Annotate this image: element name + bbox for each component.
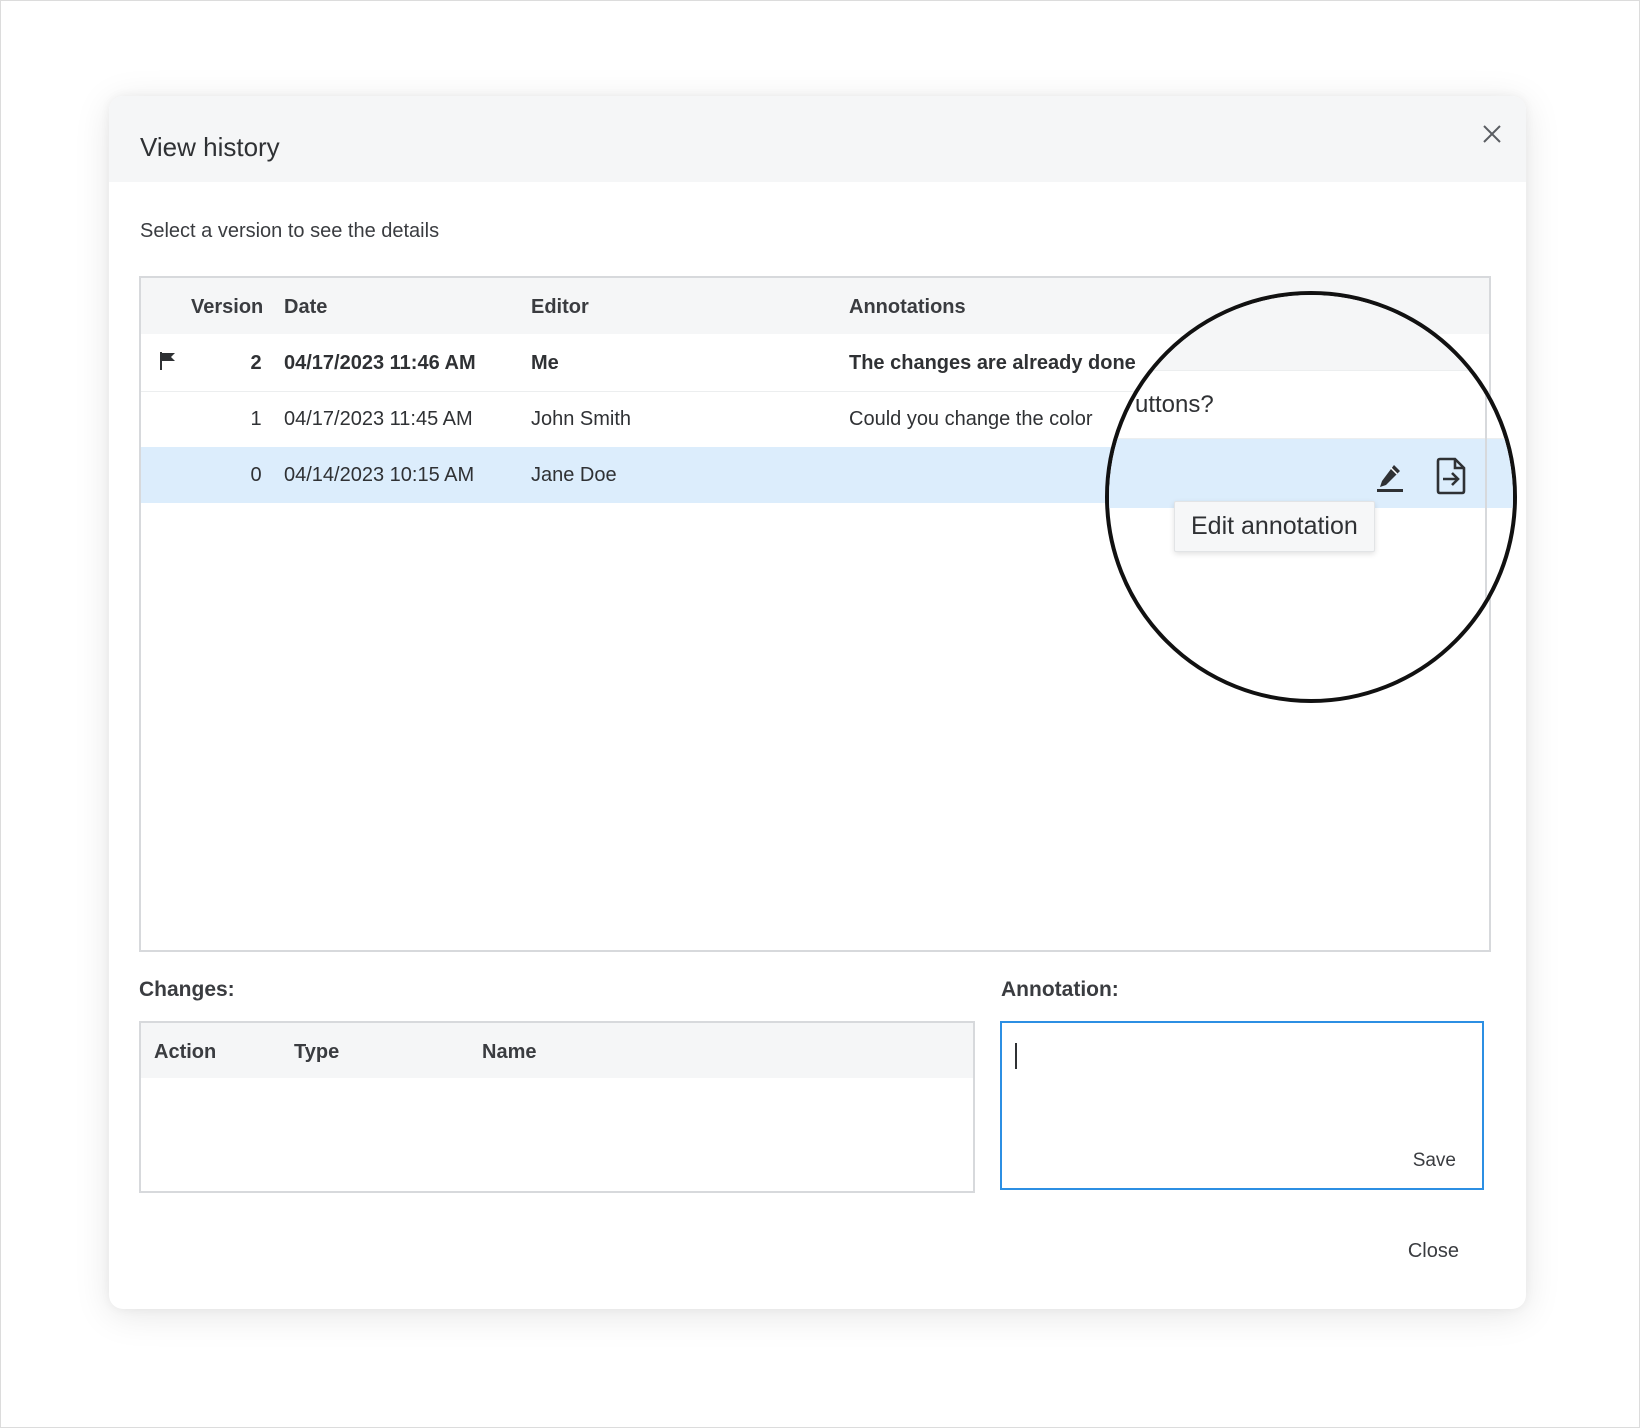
annotation-label: Annotation: [1001,978,1119,1001]
magnified-table-border [1485,295,1487,699]
column-header-name[interactable]: Name [482,1041,536,1064]
date-cell: 04/17/2023 11:45 AM [284,408,473,430]
flag-icon [160,352,175,370]
version-cell: 0 [250,464,262,486]
version-cell: 2 [250,352,262,374]
version-cell: 1 [250,408,262,430]
edit-annotation-tooltip: Edit annotation [1174,501,1375,552]
column-header-editor[interactable]: Editor [531,296,589,319]
column-header-annotations[interactable]: Annotations [849,296,966,319]
dialog-title: View history [140,132,280,162]
column-header-date[interactable]: Date [284,296,327,319]
pencil-icon[interactable] [1374,461,1406,493]
magnified-row-divider [1109,370,1513,371]
date-cell: 04/17/2023 11:46 AM [284,352,476,374]
save-button[interactable]: Save [1413,1150,1456,1172]
editor-cell: Jane Doe [531,464,617,486]
changes-table-header: Action Type Name [141,1023,973,1078]
editor-cell: Me [531,352,559,374]
magnified-annotation-text: uttons? [1135,391,1214,418]
annotation-input[interactable]: Save [1000,1021,1484,1190]
annotation-cell: Could you change the color [849,408,1093,430]
column-header-type[interactable]: Type [294,1041,339,1064]
editor-cell: John Smith [531,408,632,430]
close-icon[interactable] [1476,118,1508,150]
text-cursor [1015,1043,1017,1069]
close-button[interactable]: Close [1408,1240,1459,1263]
date-cell: 04/14/2023 10:15 AM [284,464,475,486]
restore-version-icon[interactable] [1434,457,1468,495]
column-header-action[interactable]: Action [154,1041,216,1064]
annotation-cell: The changes are already done [849,352,1136,374]
changes-table: Action Type Name [139,1021,975,1193]
dialog-subtitle: Select a version to see the details [140,220,440,242]
dialog-header: View history [109,96,1526,182]
magnified-header-band [1109,295,1513,370]
zoom-magnifier: uttons? Edit annotation [1105,291,1517,703]
changes-label: Changes: [139,978,235,1001]
column-header-version[interactable]: Version [191,296,263,319]
